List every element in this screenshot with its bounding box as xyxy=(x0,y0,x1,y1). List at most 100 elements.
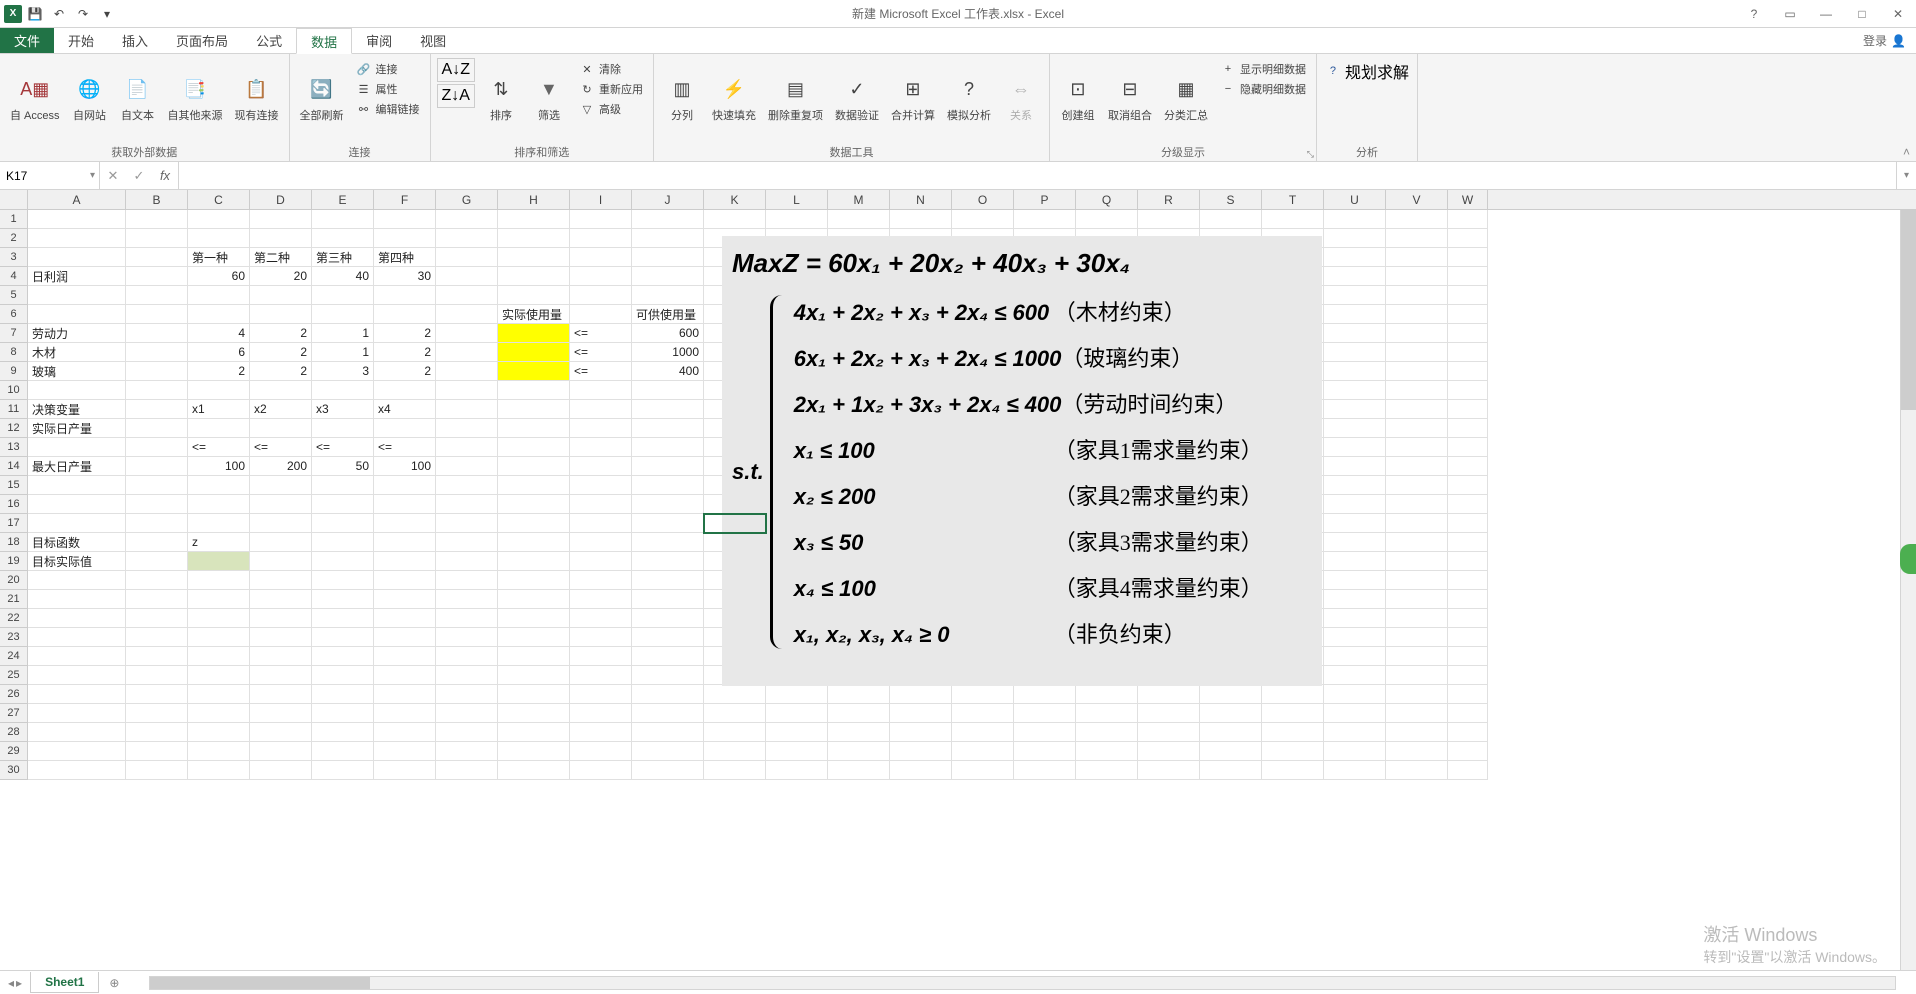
cell-C5[interactable] xyxy=(188,286,250,305)
cell-N30[interactable] xyxy=(890,761,952,780)
cell-C1[interactable] xyxy=(188,210,250,229)
cell-G29[interactable] xyxy=(436,742,498,761)
cell-H17[interactable] xyxy=(498,514,570,533)
row-header-14[interactable]: 14 xyxy=(0,457,28,476)
cell-V25[interactable] xyxy=(1386,666,1448,685)
cell-H21[interactable] xyxy=(498,590,570,609)
row-header-26[interactable]: 26 xyxy=(0,685,28,704)
minimize-button[interactable]: — xyxy=(1812,4,1840,24)
cell-B4[interactable] xyxy=(126,267,188,286)
enter-formula-button[interactable]: ✓ xyxy=(126,168,152,184)
cell-K28[interactable] xyxy=(704,723,766,742)
cell-H14[interactable] xyxy=(498,457,570,476)
cell-R1[interactable] xyxy=(1138,210,1200,229)
cell-B29[interactable] xyxy=(126,742,188,761)
cell-I18[interactable] xyxy=(570,533,632,552)
row-header-11[interactable]: 11 xyxy=(0,400,28,419)
cell-A10[interactable] xyxy=(28,381,126,400)
cell-A1[interactable] xyxy=(28,210,126,229)
cell-B10[interactable] xyxy=(126,381,188,400)
text-to-columns-button[interactable]: ▥分列 xyxy=(660,58,704,138)
cell-E23[interactable] xyxy=(312,628,374,647)
cell-Q26[interactable] xyxy=(1076,685,1138,704)
cell-A6[interactable] xyxy=(28,305,126,324)
cell-T27[interactable] xyxy=(1262,704,1324,723)
vertical-scroll-thumb[interactable] xyxy=(1901,210,1916,410)
sheet-nav-next[interactable]: ▸ xyxy=(16,976,22,990)
login-area[interactable]: 登录👤 xyxy=(1853,28,1916,53)
cell-F1[interactable] xyxy=(374,210,436,229)
cell-A13[interactable] xyxy=(28,438,126,457)
cell-D20[interactable] xyxy=(250,571,312,590)
cell-M28[interactable] xyxy=(828,723,890,742)
ribbon-options-button[interactable]: ▭ xyxy=(1776,4,1804,24)
tab-view[interactable]: 视图 xyxy=(406,28,460,53)
row-header-23[interactable]: 23 xyxy=(0,628,28,647)
cell-G21[interactable] xyxy=(436,590,498,609)
cell-V9[interactable] xyxy=(1386,362,1448,381)
cell-A4[interactable]: 日利润 xyxy=(28,267,126,286)
cell-R26[interactable] xyxy=(1138,685,1200,704)
cell-U23[interactable] xyxy=(1324,628,1386,647)
cell-R28[interactable] xyxy=(1138,723,1200,742)
cell-U10[interactable] xyxy=(1324,381,1386,400)
cell-T28[interactable] xyxy=(1262,723,1324,742)
cell-F5[interactable] xyxy=(374,286,436,305)
row-header-18[interactable]: 18 xyxy=(0,533,28,552)
col-header-V[interactable]: V xyxy=(1386,190,1448,209)
cell-B17[interactable] xyxy=(126,514,188,533)
cell-D9[interactable]: 2 xyxy=(250,362,312,381)
cell-C12[interactable] xyxy=(188,419,250,438)
row-header-30[interactable]: 30 xyxy=(0,761,28,780)
cell-V3[interactable] xyxy=(1386,248,1448,267)
cell-W30[interactable] xyxy=(1448,761,1488,780)
col-header-I[interactable]: I xyxy=(570,190,632,209)
cell-F14[interactable]: 100 xyxy=(374,457,436,476)
cell-C13[interactable]: <= xyxy=(188,438,250,457)
cell-C29[interactable] xyxy=(188,742,250,761)
clear-filter-button[interactable]: ✕清除 xyxy=(577,60,645,78)
cell-H19[interactable] xyxy=(498,552,570,571)
col-header-U[interactable]: U xyxy=(1324,190,1386,209)
cell-I17[interactable] xyxy=(570,514,632,533)
row-header-6[interactable]: 6 xyxy=(0,305,28,324)
cell-H24[interactable] xyxy=(498,647,570,666)
cell-V7[interactable] xyxy=(1386,324,1448,343)
cell-F10[interactable] xyxy=(374,381,436,400)
cell-F2[interactable] xyxy=(374,229,436,248)
formula-input[interactable] xyxy=(179,162,1896,189)
row-header-28[interactable]: 28 xyxy=(0,723,28,742)
row-header-1[interactable]: 1 xyxy=(0,210,28,229)
cell-C16[interactable] xyxy=(188,495,250,514)
cell-D7[interactable]: 2 xyxy=(250,324,312,343)
cell-H4[interactable] xyxy=(498,267,570,286)
cell-E13[interactable]: <= xyxy=(312,438,374,457)
cell-A8[interactable]: 木材 xyxy=(28,343,126,362)
cell-E22[interactable] xyxy=(312,609,374,628)
cell-G27[interactable] xyxy=(436,704,498,723)
cell-B25[interactable] xyxy=(126,666,188,685)
cell-C20[interactable] xyxy=(188,571,250,590)
cell-V28[interactable] xyxy=(1386,723,1448,742)
col-header-B[interactable]: B xyxy=(126,190,188,209)
cell-G15[interactable] xyxy=(436,476,498,495)
tab-layout[interactable]: 页面布局 xyxy=(162,28,242,53)
col-header-M[interactable]: M xyxy=(828,190,890,209)
cell-H15[interactable] xyxy=(498,476,570,495)
cell-U26[interactable] xyxy=(1324,685,1386,704)
cell-D17[interactable] xyxy=(250,514,312,533)
cell-V6[interactable] xyxy=(1386,305,1448,324)
cell-E12[interactable] xyxy=(312,419,374,438)
cell-E24[interactable] xyxy=(312,647,374,666)
cell-G19[interactable] xyxy=(436,552,498,571)
cell-F22[interactable] xyxy=(374,609,436,628)
cell-W9[interactable] xyxy=(1448,362,1488,381)
cell-D12[interactable] xyxy=(250,419,312,438)
cell-V23[interactable] xyxy=(1386,628,1448,647)
from-access-button[interactable]: A▦自 Access xyxy=(6,58,64,138)
cell-U22[interactable] xyxy=(1324,609,1386,628)
cell-W26[interactable] xyxy=(1448,685,1488,704)
cell-H5[interactable] xyxy=(498,286,570,305)
row-header-25[interactable]: 25 xyxy=(0,666,28,685)
row-header-3[interactable]: 3 xyxy=(0,248,28,267)
